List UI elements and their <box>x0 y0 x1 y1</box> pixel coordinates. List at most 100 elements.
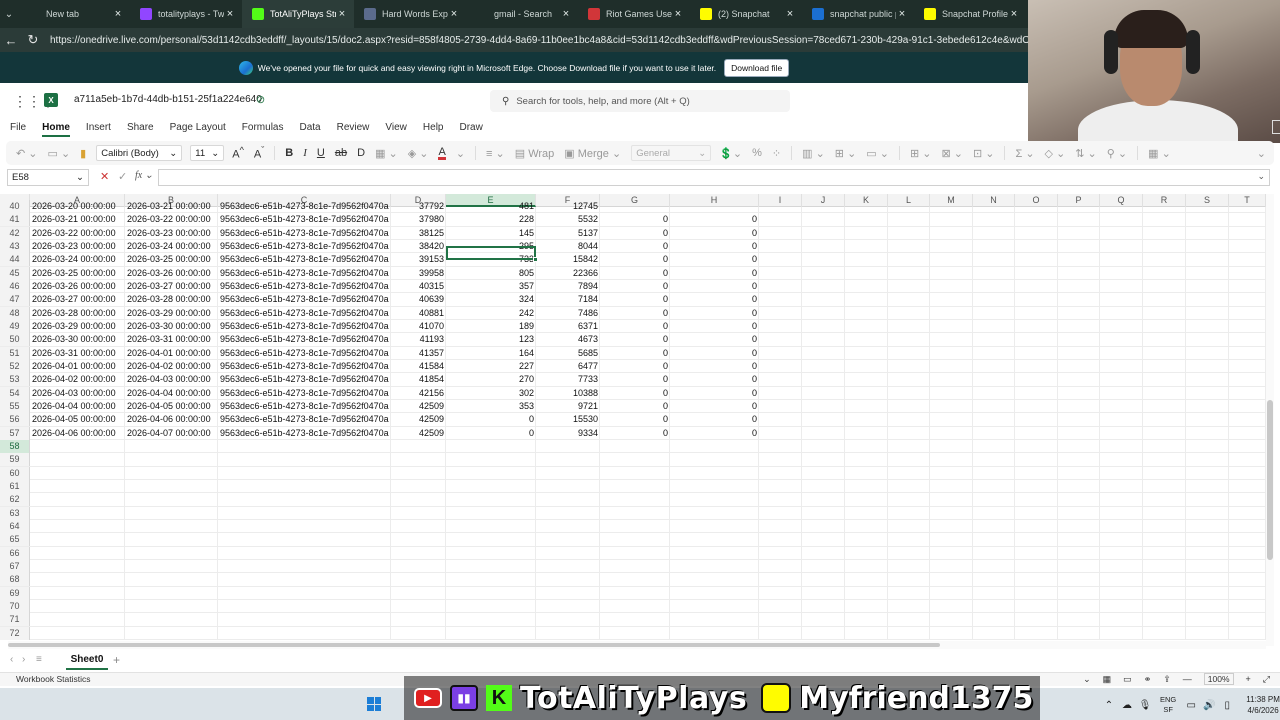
cell[interactable]: 2026-04-02 00:00:00 <box>30 373 125 386</box>
browser-tab[interactable]: totalityplays - Twitch× <box>130 0 242 28</box>
row-header[interactable]: 49 <box>0 319 30 333</box>
ribbon-tab-share[interactable]: Share <box>127 117 154 137</box>
horizontal-scrollbar[interactable] <box>8 641 1266 649</box>
insert-cells-icon[interactable]: ⊞ ⌄ <box>910 147 932 160</box>
search-input[interactable]: ⚲ Search for tools, help, and more (Alt … <box>490 90 790 112</box>
clear-icon[interactable]: ◇ ⌄ <box>1045 147 1066 160</box>
cell[interactable]: 481 <box>446 200 536 213</box>
cell[interactable]: 0 <box>446 413 536 426</box>
format-table-icon[interactable]: ⊞ ⌄ <box>835 147 857 160</box>
ribbon-tab-review[interactable]: Review <box>337 117 370 137</box>
cell[interactable]: 22366 <box>536 267 600 280</box>
ribbon-expand-icon[interactable]: ⌄ <box>1257 147 1266 160</box>
more-options-icon[interactable]: ▦ ⌄ <box>1148 147 1171 160</box>
cell[interactable]: 2026-03-26 00:00:00 <box>125 267 218 280</box>
autosum-icon[interactable]: Σ ⌄ <box>1015 147 1034 160</box>
cell[interactable]: 9563dec6-e51b-4273-8c1e-7d9562f0470a <box>218 320 391 333</box>
row-header[interactable]: 41 <box>0 213 30 227</box>
cell[interactable]: 2026-03-31 00:00:00 <box>125 333 218 346</box>
browser-tab[interactable]: snapchat public pro× <box>802 0 914 28</box>
cell[interactable]: 9721 <box>536 400 600 413</box>
zoom-level[interactable]: 100% <box>1203 673 1234 685</box>
cell[interactable]: 302 <box>446 387 536 400</box>
cell[interactable]: 0 <box>600 387 670 400</box>
normal-view-icon[interactable]: ▦ <box>1103 674 1112 685</box>
microphone-icon[interactable]: 🎙 <box>1136 700 1154 711</box>
ribbon-tab-view[interactable]: View <box>385 117 407 137</box>
ribbon-tab-draw[interactable]: Draw <box>459 117 482 137</box>
cell[interactable]: 0 <box>600 360 670 373</box>
row-header[interactable]: 58 <box>0 439 30 453</box>
italic-icon[interactable]: I <box>303 147 307 159</box>
cell[interactable]: 145 <box>446 227 536 240</box>
cell[interactable]: 6371 <box>536 320 600 333</box>
file-name[interactable]: a711a5eb-1b7d-44db-b151-25f1a224e640 <box>74 94 262 105</box>
row-header[interactable]: 43 <box>0 239 30 253</box>
zoom-in-icon[interactable]: + <box>1246 674 1251 684</box>
cell[interactable]: 7486 <box>536 307 600 320</box>
cell[interactable]: 15530 <box>536 413 600 426</box>
volume-icon[interactable]: 🔊 <box>1200 700 1218 711</box>
sort-filter-icon[interactable]: ⇅ ⌄ <box>1075 147 1097 160</box>
cell[interactable]: 2026-04-06 00:00:00 <box>30 427 125 440</box>
chevron-down-icon[interactable]: ⌄ <box>456 147 465 160</box>
cell-styles-icon[interactable]: ▭ ⌄ <box>866 147 889 160</box>
cell[interactable]: 9563dec6-e51b-4273-8c1e-7d9562f0470a <box>218 427 391 440</box>
close-icon[interactable]: × <box>560 8 572 20</box>
cell[interactable]: 353 <box>446 400 536 413</box>
cell[interactable]: 2026-04-01 00:00:00 <box>125 347 218 360</box>
cell[interactable]: 6477 <box>536 360 600 373</box>
download-file-button[interactable]: Download file <box>724 58 790 77</box>
cell[interactable]: 41070 <box>391 320 446 333</box>
browser-tab[interactable]: TotAliTyPlays Stream× <box>242 0 354 28</box>
cell[interactable]: 9563dec6-e51b-4273-8c1e-7d9562f0470a <box>218 373 391 386</box>
cell[interactable]: 4673 <box>536 333 600 346</box>
cell[interactable]: 227 <box>446 360 536 373</box>
cell[interactable]: 2026-03-27 00:00:00 <box>125 280 218 293</box>
cell[interactable]: 164 <box>446 347 536 360</box>
close-icon[interactable]: × <box>112 8 124 20</box>
cell[interactable]: 2026-03-29 00:00:00 <box>30 320 125 333</box>
row-header[interactable]: 71 <box>0 613 30 627</box>
saved-status-icon[interactable]: ⊘ <box>256 93 265 106</box>
cell[interactable]: 324 <box>446 293 536 306</box>
increase-font-icon[interactable]: A^ <box>232 145 244 161</box>
windows-start-icon[interactable] <box>367 697 381 711</box>
cell[interactable]: 0 <box>600 227 670 240</box>
cell[interactable]: 0 <box>600 320 670 333</box>
cell[interactable]: 242 <box>446 307 536 320</box>
cell[interactable]: 0 <box>670 320 759 333</box>
cell[interactable]: 5685 <box>536 347 600 360</box>
cell[interactable]: 2026-03-21 00:00:00 <box>30 213 125 226</box>
cell[interactable]: 9563dec6-e51b-4273-8c1e-7d9562f0470a <box>218 307 391 320</box>
row-header[interactable]: 47 <box>0 293 30 307</box>
row-header[interactable]: 51 <box>0 346 30 360</box>
cell[interactable]: 228 <box>446 213 536 226</box>
name-box[interactable]: E58 ⌄ <box>7 169 89 186</box>
ribbon-tab-help[interactable]: Help <box>423 117 444 137</box>
bold-icon[interactable]: B <box>285 147 293 159</box>
cell[interactable]: 2026-03-22 00:00:00 <box>30 227 125 240</box>
cell[interactable]: 9563dec6-e51b-4273-8c1e-7d9562f0470a <box>218 347 391 360</box>
align-icon[interactable]: ≡ ⌄ <box>486 147 505 160</box>
chevron-down-icon[interactable]: ⌄ <box>1257 171 1265 182</box>
cell[interactable]: 0 <box>600 307 670 320</box>
cell[interactable]: 2026-04-07 00:00:00 <box>125 427 218 440</box>
cell[interactable]: 9563dec6-e51b-4273-8c1e-7d9562f0470a <box>218 413 391 426</box>
cell[interactable]: 38125 <box>391 227 446 240</box>
cell[interactable]: 40315 <box>391 280 446 293</box>
cell[interactable]: 15842 <box>536 253 600 266</box>
wrap-text-button[interactable]: ▤ Wrap <box>515 147 555 160</box>
borders-icon[interactable]: ▦ ⌄ <box>375 147 398 160</box>
url-input[interactable]: https://onedrive.live.com/personal/53d11… <box>44 35 1028 46</box>
font-size-dropdown[interactable]: 11 ⌄ <box>190 145 225 161</box>
browser-tab[interactable]: New tab × <box>18 0 130 28</box>
fill-handle[interactable] <box>533 257 538 262</box>
font-color-icon[interactable]: A <box>438 146 446 160</box>
cell[interactable]: 0 <box>670 413 759 426</box>
sheet-tab[interactable]: Sheet0 <box>66 650 108 670</box>
format-painter-icon[interactable]: ▮ <box>80 147 86 160</box>
find-icon[interactable]: ⚲ ⌄ <box>1107 147 1127 160</box>
cell[interactable]: 41854 <box>391 373 446 386</box>
row-header[interactable]: 63 <box>0 506 30 520</box>
